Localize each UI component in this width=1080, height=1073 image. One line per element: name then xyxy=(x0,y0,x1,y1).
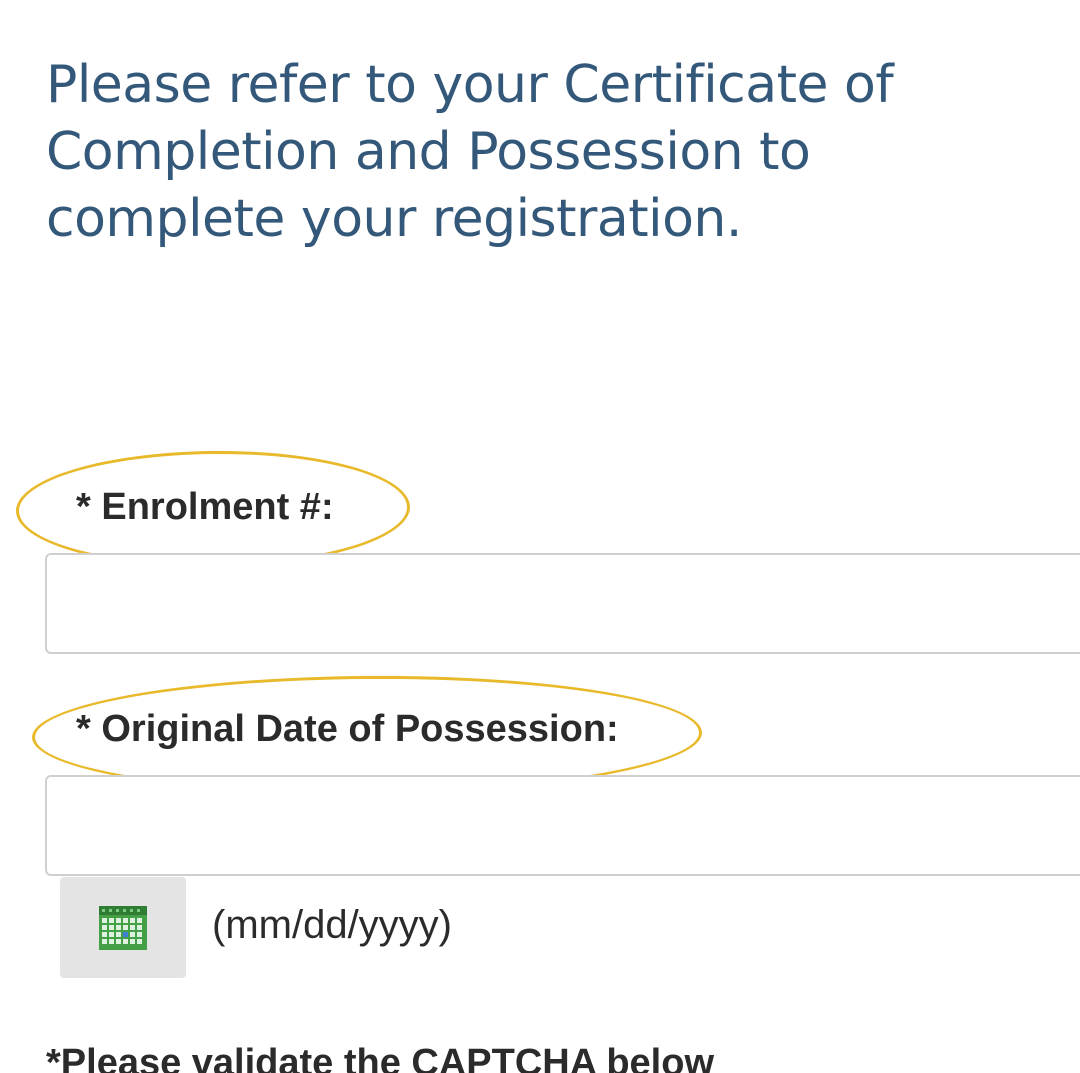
enrolment-input[interactable] xyxy=(45,553,1080,654)
possession-date-input[interactable] xyxy=(45,775,1080,876)
intro-text: Please refer to your Certificate of Comp… xyxy=(46,55,894,249)
calendar-button[interactable] xyxy=(60,877,186,978)
possession-date-label: * Original Date of Possession: xyxy=(76,708,619,750)
registration-page: Please refer to your Certificate of Comp… xyxy=(0,0,1080,1073)
enrolment-label: * Enrolment #: xyxy=(76,486,334,528)
date-format-hint: (mm/dd/yyyy) xyxy=(212,903,452,947)
calendar-icon xyxy=(99,905,147,950)
captcha-instruction: *Please validate the CAPTCHA below xyxy=(46,1042,715,1073)
